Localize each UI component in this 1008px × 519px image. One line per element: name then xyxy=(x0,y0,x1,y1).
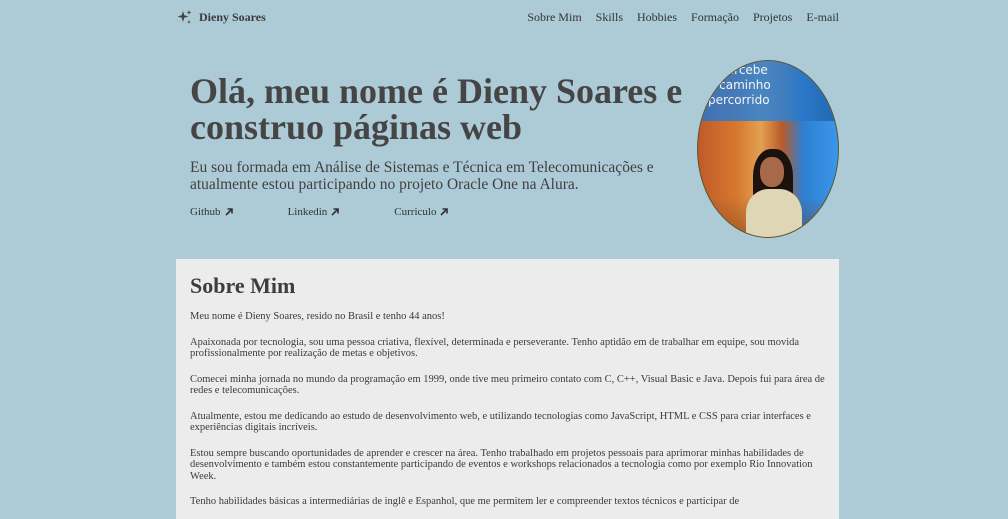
nav-link-sobre-mim[interactable]: Sobre Mim xyxy=(527,10,581,25)
profile-photo: o percebe o caminho percorrido xyxy=(697,60,839,238)
hero-section: Olá, meu nome é Dieny Soares e construo … xyxy=(176,60,839,240)
about-paragraph: Comecei minha jornada no mundo da progra… xyxy=(190,373,825,397)
top-navbar: Dieny Soares Sobre Mim Skills Hobbies Fo… xyxy=(176,0,839,34)
about-paragraph: Tenho habilidades básicas a intermediári… xyxy=(190,496,740,507)
brand-name: Dieny Soares xyxy=(199,9,266,24)
hero-title-line-2: construo páginas web xyxy=(190,107,523,147)
arrow-up-right-icon xyxy=(224,208,233,216)
photo-person-face xyxy=(760,157,784,187)
about-paragraph: Atualmente, estou me dedicando ao estudo… xyxy=(190,410,811,434)
photo-sign-text: o percebe o caminho percorrido xyxy=(708,63,771,108)
nav-link-projetos[interactable]: Projetos xyxy=(753,10,792,25)
nav-link-email[interactable]: E-mail xyxy=(806,10,839,25)
brand-link[interactable]: Dieny Soares xyxy=(176,9,266,26)
social-links: Github Linkedin Curriculo xyxy=(190,206,710,218)
hero-text: Olá, meu nome é Dieny Soares e construo … xyxy=(190,73,710,218)
nav-link-skills[interactable]: Skills xyxy=(596,10,623,25)
linkedin-link[interactable]: Linkedin xyxy=(288,206,341,218)
curriculo-link-label: Curriculo xyxy=(394,206,437,218)
curriculo-link[interactable]: Curriculo xyxy=(394,206,449,218)
main-menu: Sobre Mim Skills Hobbies Formação Projet… xyxy=(527,10,839,25)
about-section: Sobre Mim Meu nome é Dieny Soares, resid… xyxy=(176,259,839,519)
github-link[interactable]: Github xyxy=(190,206,234,218)
about-paragraph: Estou sempre buscando oportunidades de a… xyxy=(190,447,813,482)
hero-title-line-1: Olá, meu nome é Dieny Soares e xyxy=(190,71,683,111)
arrow-up-right-icon xyxy=(440,208,449,216)
hero-description: Eu sou formada em Análise de Sistemas e … xyxy=(190,159,654,193)
photo-person-body xyxy=(746,189,802,237)
about-content: Sobre Mim Meu nome é Dieny Soares, resid… xyxy=(176,259,839,508)
about-paragraph: Meu nome é Dieny Soares, resido no Brasi… xyxy=(190,311,445,322)
photo-sign-line: o caminho xyxy=(708,78,771,92)
nav-link-formacao[interactable]: Formação xyxy=(691,10,739,25)
photo-sign-line: percorrido xyxy=(708,93,770,107)
arrow-up-right-icon xyxy=(331,208,340,216)
linkedin-link-label: Linkedin xyxy=(287,206,328,218)
about-title: Sobre Mim xyxy=(190,273,296,298)
sparkle-icon xyxy=(177,9,192,24)
about-paragraph: Apaixonada por tecnologia, sou uma pesso… xyxy=(190,336,800,360)
nav-link-hobbies[interactable]: Hobbies xyxy=(637,10,677,25)
github-link-label: Github xyxy=(190,206,221,218)
hero-title: Olá, meu nome é Dieny Soares e construo … xyxy=(190,73,710,145)
photo-sign-line: o percebe xyxy=(708,63,768,77)
